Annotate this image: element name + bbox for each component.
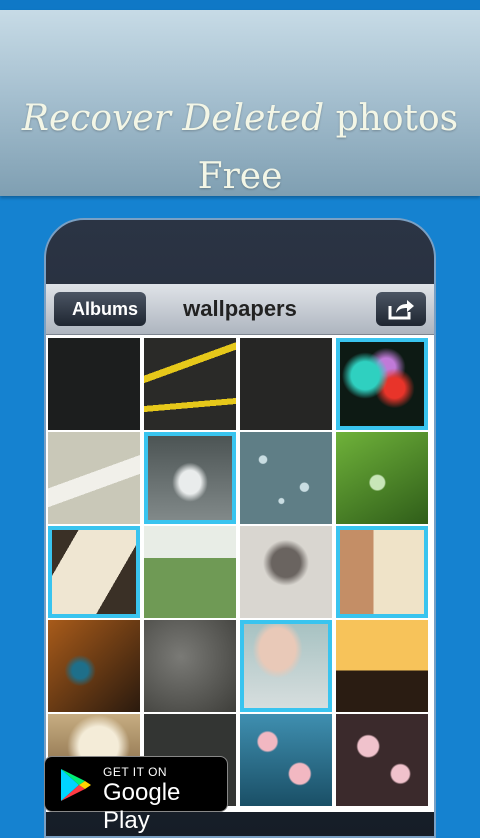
photo-thumbnail-playing-cards[interactable]	[48, 526, 140, 618]
photo-thumbnail-couple-quote[interactable]	[336, 526, 428, 618]
photo-grid	[48, 338, 432, 806]
banner-title: Recover Deleted photos	[0, 98, 480, 139]
badge-big-text: Google Play	[103, 779, 181, 834]
google-play-logo-icon	[61, 769, 91, 801]
photo-thumbnail-hugging-sketch[interactable]	[240, 526, 332, 618]
photo-thumbnail-trident[interactable]	[144, 432, 236, 524]
photo-thumbnail-country-road[interactable]	[144, 526, 236, 618]
photo-thumbnail-caution-tape[interactable]	[144, 338, 236, 430]
photo-thumbnail-cherry-blossom-blue[interactable]	[240, 714, 332, 806]
albums-back-label: Albums	[71, 298, 138, 319]
photo-thumbnail-dark-texture[interactable]	[48, 338, 140, 430]
navigation-bar: Albums wallpapers	[46, 284, 434, 335]
photo-thumbnail-life-ribbon[interactable]	[48, 432, 140, 524]
google-play-badge[interactable]: GET IT ON Google Play	[44, 756, 228, 834]
badge-small-text: GET IT ON	[103, 765, 168, 779]
share-icon	[388, 300, 414, 320]
photo-thumbnail-grey-rock[interactable]	[144, 620, 236, 712]
top-strip	[0, 0, 480, 10]
banner-subtitle: Free	[197, 156, 283, 197]
photo-thumbnail-tattoo-girl[interactable]	[240, 620, 332, 712]
photo-thumbnail-colored-smoke[interactable]	[336, 338, 428, 430]
photo-thumbnail-black-leather[interactable]	[240, 338, 332, 430]
photo-thumbnail-peacock-buddha[interactable]	[48, 620, 140, 712]
phone-screen: Albums wallpapers	[46, 284, 434, 812]
share-button[interactable]	[376, 292, 426, 326]
banner-title-italic: Recover Deleted	[21, 98, 325, 139]
albums-back-button[interactable]: Albums	[54, 292, 146, 326]
photo-thumbnail-cherry-blossom-dark[interactable]	[336, 714, 428, 806]
photo-thumbnail-water-drops[interactable]	[240, 432, 332, 524]
photo-thumbnail-sunset-silhouette[interactable]	[336, 620, 428, 712]
promo-banner: Recover Deleted photos Free	[0, 10, 480, 197]
banner-title-rest: photos	[324, 98, 459, 139]
photo-thumbnail-green-leaf-drops[interactable]	[336, 432, 428, 524]
